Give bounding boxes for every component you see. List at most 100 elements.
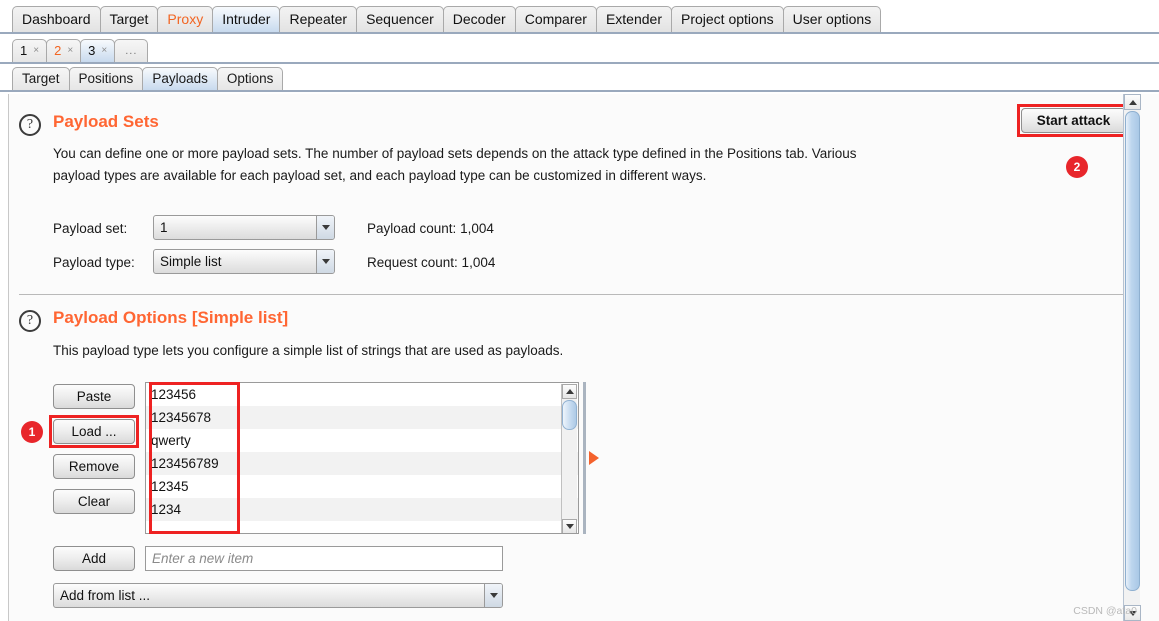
scroll-thumb[interactable]: [1125, 111, 1140, 591]
tab-intruder-label: Intruder: [222, 11, 271, 27]
payload-set-select[interactable]: 1: [153, 215, 335, 240]
chevron-down-icon[interactable]: [484, 584, 502, 607]
close-icon[interactable]: ×: [101, 40, 107, 62]
payload-options-desc: This payload type lets you configure a s…: [53, 343, 564, 358]
annotation-badge-1: 1: [21, 421, 43, 443]
tab-target-sub-label: Target: [22, 71, 60, 86]
close-icon[interactable]: ×: [33, 40, 39, 62]
attack-tab-2-label: 2: [54, 43, 62, 58]
tab-target[interactable]: Target: [99, 6, 159, 32]
main-tab-strip: Dashboard Target Proxy Intruder Repeater…: [0, 0, 1159, 34]
clear-label: Clear: [77, 494, 111, 509]
tab-dashboard[interactable]: Dashboard: [12, 6, 101, 32]
clear-button[interactable]: Clear: [53, 489, 135, 514]
tab-positions[interactable]: Positions: [68, 67, 144, 90]
scroll-down-icon[interactable]: [562, 519, 577, 533]
add-from-list-select[interactable]: Add from list ...: [53, 583, 503, 608]
tab-extender-label: Extender: [605, 11, 662, 27]
tab-proxy-label: Proxy: [167, 11, 204, 27]
remove-button[interactable]: Remove: [53, 454, 135, 479]
load-button[interactable]: Load ...: [53, 419, 135, 444]
tab-repeater-label: Repeater: [289, 11, 348, 27]
payload-list-scrollbar[interactable]: [561, 384, 577, 533]
list-item-empty: [146, 521, 578, 533]
annotation-badge-2: 2: [1066, 156, 1088, 178]
tab-comparer[interactable]: Comparer: [514, 6, 597, 32]
watermark: CSDN @ata0: [1073, 605, 1137, 617]
list-item[interactable]: 123456789: [146, 452, 578, 475]
chevron-down-icon[interactable]: [316, 216, 334, 239]
tab-options-label: Options: [226, 71, 274, 86]
payloads-panel-inner: ? Payload Sets You can define one or mor…: [8, 94, 1141, 621]
attack-tab-3-label: 3: [88, 43, 96, 58]
tab-target-sub[interactable]: Target: [12, 67, 70, 90]
tab-proxy[interactable]: Proxy: [157, 6, 214, 32]
payload-type-select[interactable]: Simple list: [153, 249, 335, 274]
paste-button[interactable]: Paste: [53, 384, 135, 409]
tab-project-options[interactable]: Project options: [671, 6, 784, 32]
add-from-list-value: Add from list ...: [60, 588, 151, 603]
tab-target-label: Target: [109, 11, 149, 27]
chevron-down-icon[interactable]: [316, 250, 334, 273]
payload-set-value: 1: [160, 220, 168, 235]
tab-sequencer-label: Sequencer: [366, 11, 434, 27]
list-item[interactable]: 123456: [146, 383, 578, 406]
payload-set-label: Payload set:: [53, 221, 128, 236]
list-item[interactable]: 12345678: [146, 406, 578, 429]
new-item-input[interactable]: Enter a new item: [145, 546, 503, 571]
scroll-up-icon[interactable]: [562, 384, 577, 399]
tab-decoder-label: Decoder: [452, 11, 506, 27]
list-item[interactable]: qwerty: [146, 429, 578, 452]
payloads-panel: ? Payload Sets You can define one or mor…: [0, 94, 1159, 621]
expand-right-icon[interactable]: [589, 451, 599, 465]
tab-options[interactable]: Options: [216, 67, 284, 90]
new-item-placeholder: Enter a new item: [152, 551, 254, 566]
list-item[interactable]: 12345: [146, 475, 578, 498]
payload-count-label: Payload count: 1,004: [367, 221, 494, 236]
tab-decoder[interactable]: Decoder: [442, 6, 516, 32]
help-icon[interactable]: ?: [19, 114, 41, 136]
tab-project-options-label: Project options: [681, 11, 774, 27]
paste-label: Paste: [76, 389, 112, 404]
scroll-thumb[interactable]: [562, 400, 577, 430]
start-attack-button[interactable]: Start attack: [1021, 108, 1126, 133]
tab-payloads-label: Payloads: [152, 71, 208, 86]
attack-tab-1[interactable]: 1 ×: [12, 39, 48, 62]
attack-tab-2[interactable]: 2 ×: [46, 39, 82, 62]
start-attack-label: Start attack: [1036, 113, 1111, 128]
load-label: Load ...: [71, 424, 117, 439]
help-icon[interactable]: ?: [19, 310, 41, 332]
list-item[interactable]: 1234: [146, 498, 578, 521]
tab-extender[interactable]: Extender: [595, 6, 672, 32]
intruder-sub-tab-strip: Target Positions Payloads Options: [0, 64, 1159, 92]
tab-comparer-label: Comparer: [524, 11, 587, 27]
scroll-up-icon[interactable]: [1124, 94, 1141, 110]
request-count-label: Request count: 1,004: [367, 255, 496, 270]
add-button[interactable]: Add: [53, 546, 135, 571]
attack-tab-new-label: ...: [125, 45, 138, 57]
payload-sets-desc-line1: You can define one or more payload sets.…: [53, 146, 857, 161]
tab-user-options[interactable]: User options: [782, 6, 882, 32]
tab-user-options-label: User options: [792, 11, 872, 27]
payload-sets-title: Payload Sets: [53, 112, 159, 131]
attack-tab-3[interactable]: 3 ×: [80, 39, 116, 62]
tab-intruder[interactable]: Intruder: [212, 6, 281, 32]
panel-scrollbar[interactable]: [1123, 94, 1141, 621]
payload-sets-desc-line2: payload types are available for each pay…: [53, 168, 707, 183]
tab-repeater[interactable]: Repeater: [279, 6, 358, 32]
tab-positions-label: Positions: [78, 71, 134, 86]
attack-tab-strip: 1 × 2 × 3 × ...: [0, 34, 1159, 64]
tab-sequencer[interactable]: Sequencer: [356, 6, 444, 32]
payload-options-title: Payload Options [Simple list]: [53, 308, 289, 327]
tab-payloads[interactable]: Payloads: [142, 67, 218, 90]
payload-type-value: Simple list: [160, 254, 222, 269]
payload-list[interactable]: 123456 12345678 qwerty 123456789 12345 1…: [145, 382, 579, 534]
close-icon[interactable]: ×: [67, 40, 73, 62]
section-divider: [19, 294, 1124, 295]
add-label: Add: [81, 551, 107, 566]
splitter-handle[interactable]: [583, 382, 586, 534]
attack-tab-new[interactable]: ...: [114, 39, 149, 62]
tab-dashboard-label: Dashboard: [22, 11, 91, 27]
attack-tab-1-label: 1: [20, 43, 28, 58]
payload-type-label: Payload type:: [53, 255, 135, 270]
